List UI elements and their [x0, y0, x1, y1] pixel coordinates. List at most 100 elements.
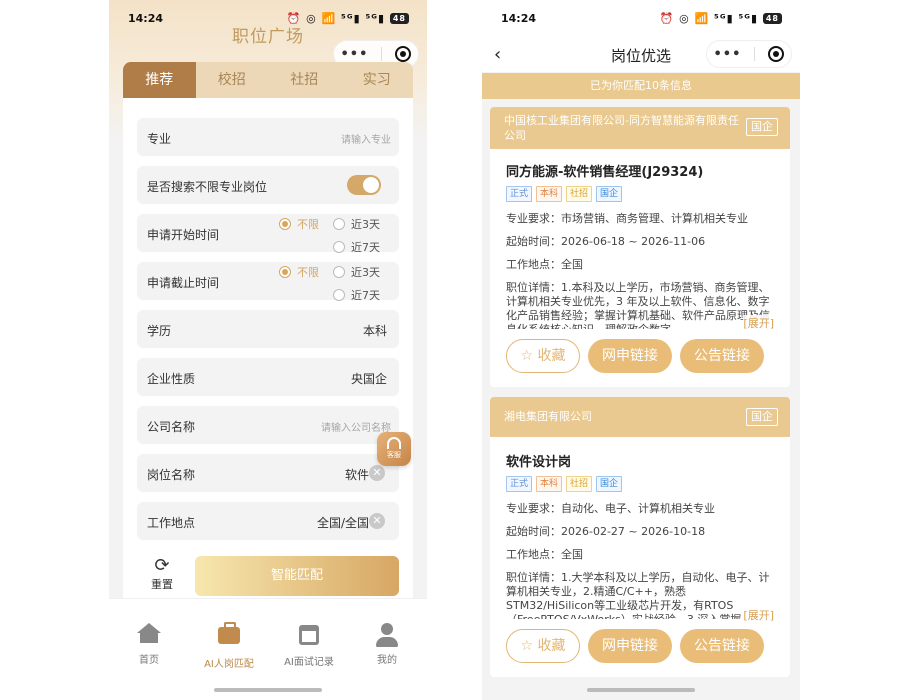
capsule-divider	[754, 47, 756, 61]
end-radio-3days[interactable]: 近3天	[333, 264, 380, 280]
position-value[interactable]: 软件	[345, 466, 369, 483]
major-field[interactable]: 专业 请输入专业	[137, 118, 399, 156]
company-name: 湘电集团有限公司	[504, 410, 592, 423]
location-label: 工作地点	[147, 516, 196, 530]
status-bar: 14:24 ⏰ ◎ 📶 ⁵ᴳ▮ ⁵ᴳ▮ 48	[482, 10, 800, 28]
user-icon	[347, 623, 427, 647]
date-range: 起始时间：2026-02-27 ~ 2026-10-18	[506, 525, 706, 538]
cs-label: 客服	[387, 451, 401, 459]
more-icon[interactable]: •••	[341, 47, 369, 62]
nav-interview-records[interactable]: AI面试记录	[269, 623, 349, 668]
end-radio-unlimited[interactable]: 不限	[279, 264, 319, 280]
location-field[interactable]: 工作地点 全国/全国 ✕	[137, 502, 399, 540]
job-card[interactable]: 湘电集团有限公司 国企 软件设计岗 正式 本科 社招 国企 专业要求：自动化、电…	[490, 397, 790, 677]
notice-link-button[interactable]: 公告链接	[680, 629, 764, 663]
notice-link-button[interactable]: 公告链接	[680, 339, 764, 373]
work-location: 工作地点：全国	[506, 548, 583, 561]
position-label: 岗位名称	[147, 468, 196, 482]
education-select[interactable]: 学历 本科	[137, 310, 399, 348]
radio-icon	[333, 241, 345, 253]
card-actions: ☆ 收藏 网申链接 公告链接	[490, 329, 790, 387]
start-radio-3days[interactable]: 近3天	[333, 216, 380, 232]
education-label: 学历	[147, 324, 172, 338]
company-name-input[interactable]: 请输入公司名称	[321, 419, 391, 434]
job-picks-screen: 14:24 ⏰ ◎ 📶 ⁵ᴳ▮ ⁵ᴳ▮ 48 ‹ 岗位优选 ••• 已为你匹配1…	[482, 0, 800, 700]
radio-icon	[333, 218, 345, 230]
capsule-divider	[381, 47, 383, 61]
tab-internship[interactable]: 实习	[341, 62, 414, 98]
match-count-banner: 已为你匹配10条信息	[482, 73, 800, 99]
close-miniprogram-icon[interactable]	[768, 46, 785, 62]
start-radio-7days[interactable]: 近7天	[333, 239, 380, 255]
refresh-icon: ⟳	[154, 555, 170, 576]
job-list: 中国核工业集团有限公司-同方智慧能源有限责任公司 国企 同方能源-软件销售经理(…	[490, 107, 790, 687]
apply-link-button[interactable]: 网申链接	[588, 629, 672, 663]
location-value[interactable]: 全国/全国	[317, 514, 369, 531]
unlimited-major-toggle[interactable]	[347, 175, 381, 195]
nav-label: AI人岗匹配	[204, 659, 254, 670]
radio-label: 不限	[297, 218, 319, 231]
calendar-icon	[269, 625, 349, 649]
major-label: 专业	[147, 132, 172, 146]
company-name-field[interactable]: 公司名称 请输入公司名称	[137, 406, 399, 444]
unlimited-major-row: 是否搜索不限专业岗位	[137, 166, 399, 204]
radio-icon	[333, 266, 345, 278]
company-header: 湘电集团有限公司 国企	[490, 397, 790, 437]
search-form: 专业 请输入专业 是否搜索不限专业岗位 申请开始时间 不限 近3天 近7天 申请…	[123, 98, 413, 598]
favorite-label: 收藏	[537, 638, 566, 654]
job-title: 同方能源-软件销售经理(J29324)	[506, 165, 704, 180]
clear-icon[interactable]: ✕	[369, 465, 385, 481]
signal-icons: ⏰ ◎ 📶 ⁵ᴳ▮ ⁵ᴳ▮	[659, 12, 759, 25]
nav-label: 首页	[139, 655, 159, 666]
miniprogram-capsule[interactable]: •••	[706, 40, 792, 68]
date-range: 起始时间：2026-06-18 ~ 2026-11-06	[506, 235, 706, 248]
status-icons: ⏰ ◎ 📶 ⁵ᴳ▮ ⁵ᴳ▮ 48	[660, 12, 782, 25]
nav-home[interactable]: 首页	[109, 623, 189, 666]
job-card[interactable]: 中国核工业集团有限公司-同方智慧能源有限责任公司 国企 同方能源-软件销售经理(…	[490, 107, 790, 387]
job-square-screen: 14:24 ⏰ ◎ 📶 ⁵ᴳ▮ ⁵ᴳ▮ 48 职位广场 ••• 推荐 校招 社招…	[109, 0, 427, 700]
battery-icon: 48	[762, 13, 782, 24]
tab-recommend[interactable]: 推荐	[123, 62, 196, 98]
tag-recruit-type: 社招	[566, 476, 593, 492]
nav-ai-match[interactable]: AI人岗匹配	[189, 622, 269, 670]
card-actions: ☆ 收藏 网申链接 公告链接	[490, 619, 790, 677]
favorite-button[interactable]: ☆ 收藏	[506, 339, 580, 373]
apply-end-label: 申请截止时间	[147, 276, 220, 290]
major-input[interactable]: 请输入专业	[341, 131, 391, 146]
company-type-select[interactable]: 企业性质 央国企	[137, 358, 399, 396]
close-miniprogram-icon[interactable]	[395, 46, 412, 62]
smart-match-button[interactable]: 智能匹配	[195, 556, 399, 596]
radio-label: 不限	[297, 266, 319, 279]
job-type-tabs: 推荐 校招 社招 实习	[123, 62, 413, 98]
work-location: 工作地点：全国	[506, 258, 583, 271]
position-field[interactable]: 岗位名称 软件 ✕	[137, 454, 399, 492]
expand-link[interactable]: [展开]	[743, 315, 774, 331]
job-tags: 正式 本科 社招 国企	[506, 476, 774, 492]
customer-service-button[interactable]: 客服	[377, 432, 411, 466]
tab-social[interactable]: 社招	[268, 62, 341, 98]
end-radio-7days[interactable]: 近7天	[333, 287, 380, 303]
apply-link-button[interactable]: 网申链接	[588, 339, 672, 373]
tab-campus[interactable]: 校招	[196, 62, 269, 98]
reset-button[interactable]: ⟳ 重置	[147, 556, 177, 592]
more-icon[interactable]: •••	[714, 47, 742, 62]
job-title: 软件设计岗	[506, 455, 572, 470]
company-name-label: 公司名称	[147, 420, 196, 434]
home-indicator	[214, 688, 322, 692]
radio-label: 近7天	[351, 241, 380, 254]
expand-link[interactable]: [展开]	[743, 607, 774, 623]
headset-icon	[387, 437, 401, 449]
favorite-label: 收藏	[537, 348, 566, 364]
apply-start-label: 申请开始时间	[147, 228, 220, 242]
major-requirement: 专业要求：自动化、电子、计算机相关专业	[506, 502, 715, 515]
nav-profile[interactable]: 我的	[347, 623, 427, 666]
radio-icon	[333, 289, 345, 301]
nav-label: AI面试记录	[284, 657, 334, 668]
job-description: 职位详情：1.本科及以上学历，市场营销、商务管理、计算机相关专业优先，3 年及以…	[506, 281, 770, 329]
clear-icon[interactable]: ✕	[369, 513, 385, 529]
start-radio-unlimited[interactable]: 不限	[279, 216, 319, 232]
favorite-button[interactable]: ☆ 收藏	[506, 629, 580, 663]
job-tags: 正式 本科 社招 国企	[506, 186, 774, 202]
tag-formal: 正式	[506, 476, 533, 492]
tag-formal: 正式	[506, 186, 533, 202]
